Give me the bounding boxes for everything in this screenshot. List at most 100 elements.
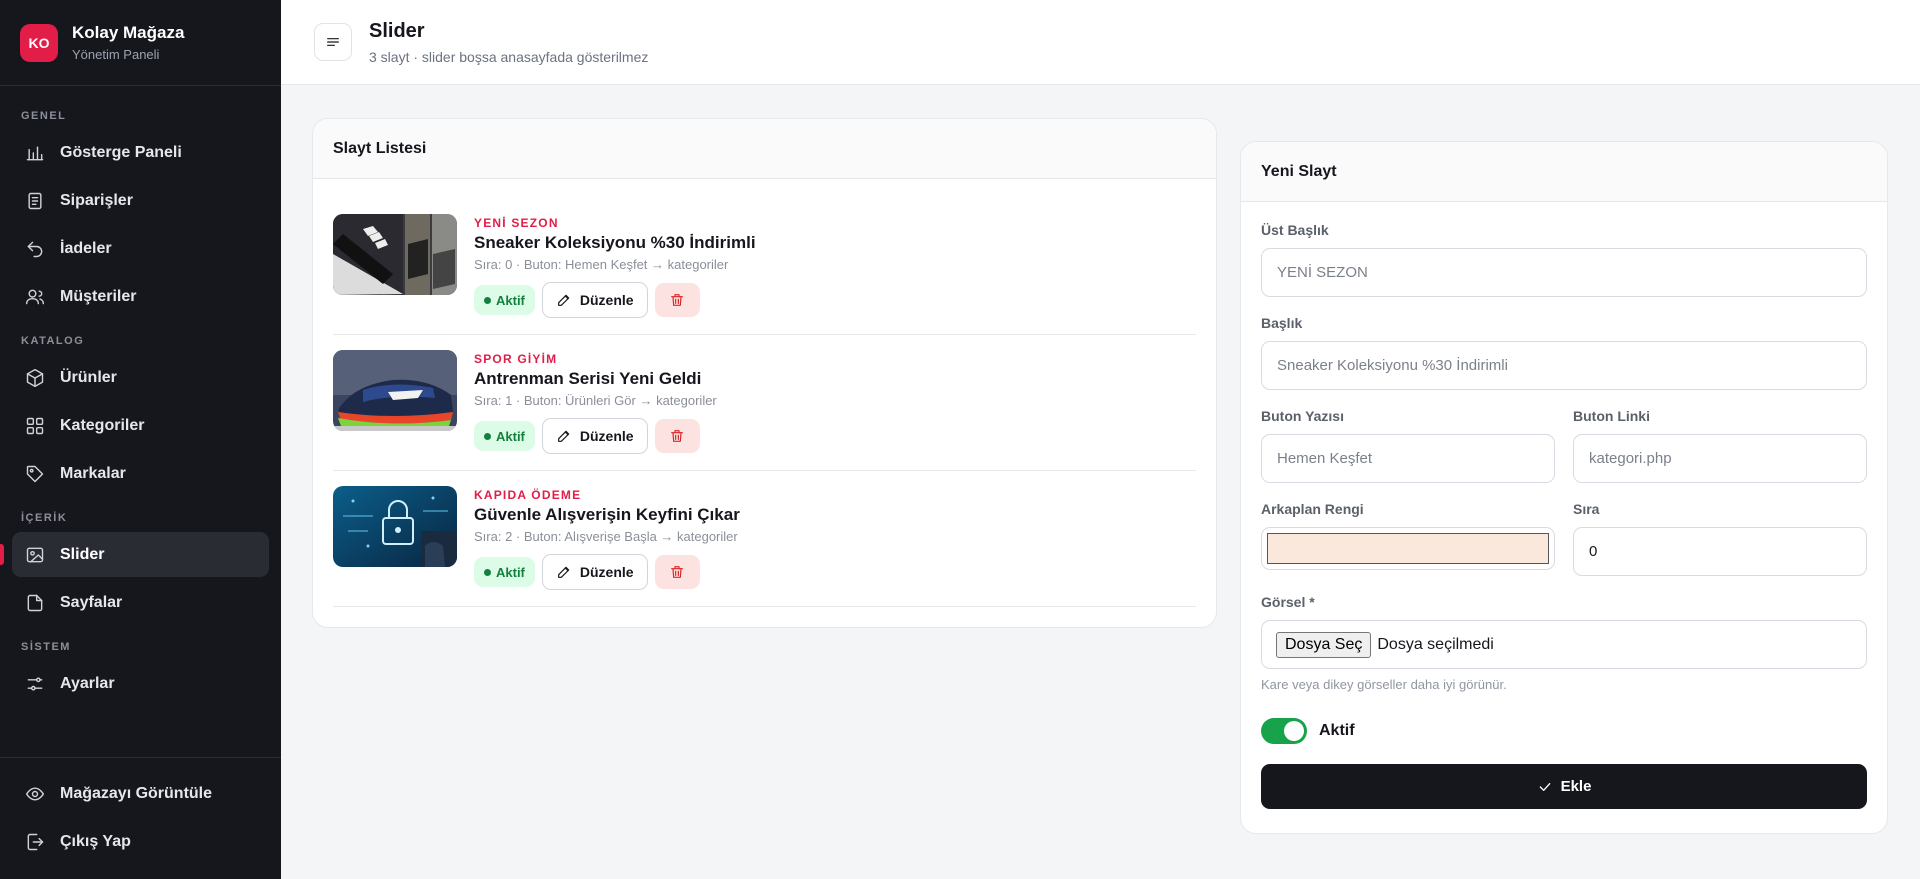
image-label: Görsel *: [1261, 594, 1315, 610]
trash-icon: [671, 294, 684, 306]
edit-label: Düzenle: [579, 428, 634, 444]
bg-color-picker[interactable]: [1261, 527, 1555, 570]
slide-meta: Sıra: 2 · Buton: Alışverişe Başla → kate…: [474, 529, 738, 544]
main: Slider 3 slayt · slider boşsa anasayfada…: [281, 0, 1920, 879]
sidebar-footer: Mağazayı Görüntüle Çıkış Yap: [0, 757, 281, 879]
sidebar-item-label: Sayfalar: [60, 593, 123, 611]
slide-title: Sneaker Koleksiyonu %30 İndirimli: [474, 233, 756, 252]
section-label-catalog: KATALOG: [21, 335, 85, 347]
trash-icon: [671, 566, 684, 578]
sidebar: KO Kolay Mağaza Yönetim Paneli GENEL Gös…: [0, 0, 281, 879]
sidebar-item-label: Müşteriler: [60, 287, 137, 305]
sidebar-item-settings[interactable]: Ayarlar: [12, 661, 269, 706]
slide-list-card: Slayt Listesi YENİ SEZON Sneaker Koleksi…: [312, 118, 1217, 628]
subtitle-input[interactable]: [1261, 248, 1867, 297]
status-dot-icon: [484, 296, 491, 304]
delete-button[interactable]: [654, 555, 700, 589]
order-input[interactable]: [1573, 527, 1867, 576]
section-label-system: SİSTEM: [21, 641, 71, 653]
sidebar-item-label: Çıkış Yap: [60, 832, 131, 850]
edit-label: Düzenle: [579, 292, 634, 308]
image-file-input[interactable]: Dosya Seç Dosya seçilmedi: [1261, 620, 1867, 669]
active-toggle[interactable]: [1261, 718, 1307, 744]
sidebar-item-products[interactable]: Ürünler: [12, 355, 269, 400]
sidebar-item-label: Mağazayı Görüntüle: [60, 784, 213, 802]
sidebar-nav: GENEL Gösterge Paneli Siparişler İadeler…: [0, 86, 281, 757]
section-label-content: İÇERİK: [21, 512, 68, 524]
slide-thumbnail: [333, 350, 457, 431]
sidebar-item-customers[interactable]: Müşteriler: [12, 274, 269, 319]
bar-chart-icon: [26, 145, 44, 160]
title-input[interactable]: [1261, 341, 1867, 390]
sidebar-item-label: Ürünler: [60, 368, 117, 386]
edit-label: Düzenle: [579, 564, 634, 580]
sidebar-item-pages[interactable]: Sayfalar: [12, 580, 269, 625]
edit-button[interactable]: Düzenle: [541, 418, 648, 454]
slide-list: YENİ SEZON Sneaker Koleksiyonu %30 İndir…: [313, 179, 1216, 627]
subtitle-label: Üst Başlık: [1261, 222, 1329, 238]
page-subtitle: 3 slayt · slider boşsa anasayfada göster…: [369, 48, 649, 65]
sidebar-item-orders[interactable]: Siparişler: [12, 178, 269, 223]
menu-toggle-button[interactable]: [314, 23, 352, 61]
slide-meta: Sıra: 0 · Buton: Hemen Keşfet → kategori…: [474, 257, 729, 272]
delete-button[interactable]: [654, 283, 700, 317]
button-link-input[interactable]: [1573, 434, 1867, 483]
sidebar-item-categories[interactable]: Kategoriler: [12, 403, 269, 448]
status-badge: Aktif: [474, 557, 535, 587]
choose-file-button[interactable]: Dosya Seç: [1276, 631, 1372, 658]
slide-tag: YENİ SEZON: [474, 216, 559, 230]
pencil-icon: [557, 430, 570, 442]
file-status: Dosya seçilmedi: [1377, 635, 1494, 653]
package-icon: [26, 368, 44, 387]
slide-row: YENİ SEZON Sneaker Koleksiyonu %30 İndir…: [333, 199, 1196, 335]
sidebar-item-brands[interactable]: Markalar: [12, 451, 269, 496]
brand[interactable]: KO Kolay Mağaza Yönetim Paneli: [0, 0, 281, 86]
sidebar-item-slider[interactable]: Slider: [0, 532, 269, 577]
receipt-icon: [28, 192, 42, 209]
undo-icon: [27, 241, 43, 257]
order-label: Sıra: [1573, 501, 1600, 517]
content: Slayt Listesi YENİ SEZON Sneaker Koleksi…: [281, 85, 1920, 834]
button-text-input[interactable]: [1261, 434, 1555, 483]
logout-icon: [27, 833, 44, 850]
title-label: Başlık: [1261, 315, 1303, 331]
sidebar-item-label: İadeler: [60, 239, 112, 257]
slide-title: Antrenman Serisi Yeni Geldi: [474, 369, 702, 388]
slide-row: KAPIDA ÖDEME Güvenle Alışverişin Keyfini…: [333, 471, 1196, 607]
eye-icon: [25, 786, 45, 801]
button-text-label: Buton Yazısı: [1261, 408, 1344, 424]
edit-button[interactable]: Düzenle: [541, 282, 648, 318]
add-slide-label: Ekle: [1560, 778, 1592, 795]
delete-button[interactable]: [654, 419, 700, 453]
brand-subtitle: Yönetim Paneli: [72, 47, 160, 62]
sidebar-item-label: Slider: [60, 545, 105, 563]
status-dot-icon: [484, 568, 491, 576]
bg-color-swatch: [1267, 533, 1549, 564]
status-badge: Aktif: [474, 285, 535, 315]
slide-thumbnail: [333, 486, 457, 567]
trash-icon: [671, 430, 684, 442]
sidebar-item-view-store[interactable]: Mağazayı Görüntüle: [12, 771, 269, 816]
status-label: Aktif: [496, 292, 525, 308]
add-slide-button[interactable]: Ekle: [1261, 764, 1867, 809]
sidebar-item-label: Kategoriler: [60, 416, 145, 434]
slide-tag: SPOR GİYİM: [474, 352, 558, 366]
sidebar-item-returns[interactable]: İadeler: [12, 226, 269, 271]
slide-list-title: Slayt Listesi: [313, 119, 1216, 179]
topbar: Slider 3 slayt · slider boşsa anasayfada…: [281, 0, 1920, 85]
pencil-icon: [557, 566, 570, 578]
sidebar-item-label: Siparişler: [60, 191, 133, 209]
page-title: Slider: [369, 19, 425, 42]
slide-row: SPOR GİYİM Antrenman Serisi Yeni Geldi S…: [333, 335, 1196, 471]
brand-name: Kolay Mağaza: [72, 23, 185, 42]
file-icon: [27, 594, 43, 611]
edit-button[interactable]: Düzenle: [541, 554, 648, 590]
section-label-general: GENEL: [21, 110, 67, 122]
status-label: Aktif: [496, 564, 525, 580]
new-slide-form: Üst Başlık Başlık Buton Yazısı Buton Lin…: [1241, 202, 1887, 833]
tag-icon: [26, 465, 44, 482]
sidebar-item-logout[interactable]: Çıkış Yap: [12, 819, 269, 864]
menu-icon: [327, 38, 339, 46]
sidebar-item-dashboard[interactable]: Gösterge Paneli: [12, 130, 269, 175]
button-link-label: Buton Linki: [1573, 408, 1650, 424]
